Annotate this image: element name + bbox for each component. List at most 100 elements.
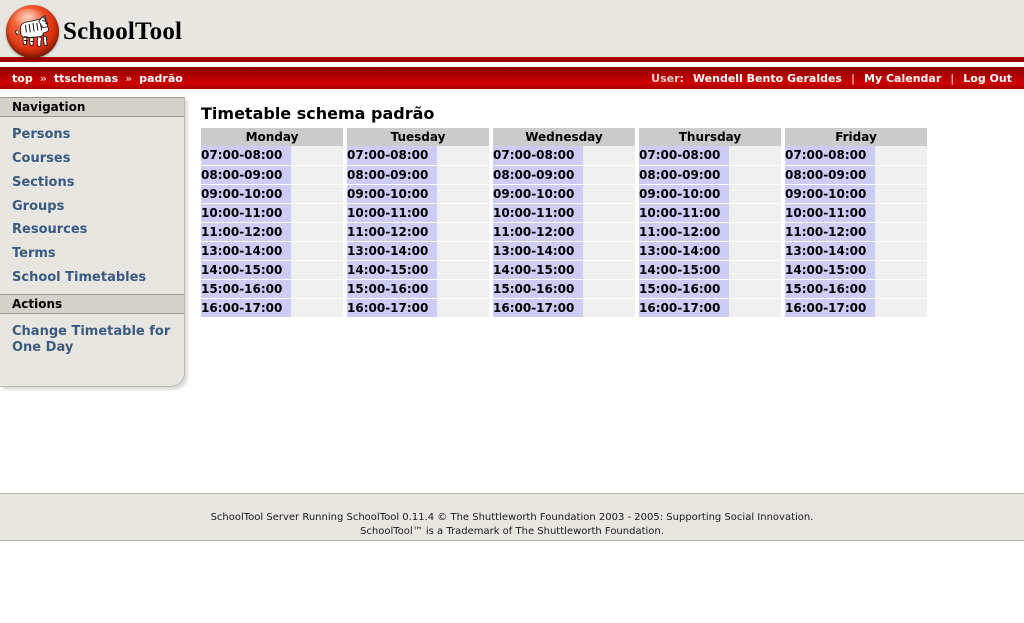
activity-cell[interactable] — [583, 279, 635, 299]
breadcrumb-item-ttschemas[interactable]: ttschemas — [54, 72, 118, 85]
timetable-head: Monday Tuesday Wednesday Thursday Friday — [201, 128, 927, 146]
period-label: 15:00-16:00 — [347, 279, 437, 299]
sidebar-item-change-timetable-for-one-day[interactable]: Change Timetable for One Day — [0, 320, 184, 360]
activity-cell[interactable] — [583, 146, 635, 166]
activity-cell[interactable] — [729, 260, 781, 280]
activity-cell[interactable] — [291, 146, 343, 166]
zebra-icon — [15, 15, 49, 47]
period-label: 14:00-15:00 — [347, 260, 437, 280]
sidebar-item-sections[interactable]: Sections — [0, 171, 184, 195]
activity-cell[interactable] — [437, 222, 489, 242]
activity-cell[interactable] — [437, 298, 489, 318]
activity-cell[interactable] — [729, 241, 781, 261]
activity-cell[interactable] — [291, 184, 343, 204]
sidebar-item-label[interactable]: Courses — [0, 147, 184, 171]
sidebar-item-label[interactable]: Persons — [0, 123, 184, 147]
activity-cell[interactable] — [583, 165, 635, 185]
activity-cell[interactable] — [729, 146, 781, 166]
activity-cell[interactable] — [875, 203, 927, 223]
period-label: 14:00-15:00 — [201, 260, 291, 280]
timetable-header-row: Monday Tuesday Wednesday Thursday Friday — [201, 128, 927, 146]
activity-cell[interactable] — [729, 279, 781, 299]
activity-cell[interactable] — [875, 241, 927, 261]
sidebar-item-school-timetables[interactable]: School Timetables — [0, 266, 184, 290]
period-label: 10:00-11:00 — [201, 203, 291, 223]
period-label: 15:00-16:00 — [785, 279, 875, 299]
sidebar-item-label[interactable]: Terms — [0, 242, 184, 266]
activity-cell[interactable] — [437, 203, 489, 223]
activity-cell[interactable] — [291, 279, 343, 299]
sidebar-item-label[interactable]: Groups — [0, 195, 184, 219]
activity-cell[interactable] — [437, 241, 489, 261]
user-bar: User: Wendell Bento Geraldes | My Calend… — [651, 67, 1012, 89]
log-out-link[interactable]: Log Out — [963, 72, 1012, 85]
sidebar-actions-list: Change Timetable for One Day — [0, 314, 184, 364]
day-header-wednesday: Wednesday — [493, 128, 635, 146]
breadcrumb-item-top[interactable]: top — [12, 72, 33, 85]
activity-cell[interactable] — [875, 260, 927, 280]
activity-cell[interactable] — [437, 165, 489, 185]
activity-cell[interactable] — [875, 184, 927, 204]
sidebar-item-label[interactable]: Change Timetable for One Day — [0, 320, 184, 360]
main-content: Timetable schema padrão Monday Tuesday Wed… — [201, 104, 1021, 318]
activity-cell[interactable] — [583, 222, 635, 242]
activity-cell[interactable] — [583, 298, 635, 318]
activity-cell[interactable] — [875, 222, 927, 242]
sidebar-item-label[interactable]: Resources — [0, 218, 184, 242]
period-label: 13:00-14:00 — [639, 241, 729, 261]
sidebar-item-persons[interactable]: Persons — [0, 123, 184, 147]
activity-cell[interactable] — [583, 203, 635, 223]
period-label: 10:00-11:00 — [493, 203, 583, 223]
sidebar-item-groups[interactable]: Groups — [0, 195, 184, 219]
activity-cell[interactable] — [875, 298, 927, 318]
my-calendar-link[interactable]: My Calendar — [864, 72, 941, 85]
period-label: 09:00-10:00 — [785, 184, 875, 204]
activity-cell[interactable] — [291, 165, 343, 185]
activity-cell[interactable] — [291, 203, 343, 223]
period-label: 13:00-14:00 — [201, 241, 291, 261]
activity-cell[interactable] — [875, 165, 927, 185]
activity-cell[interactable] — [291, 260, 343, 280]
activity-cell[interactable] — [729, 165, 781, 185]
period-label: 13:00-14:00 — [493, 241, 583, 261]
period-label: 11:00-12:00 — [639, 222, 729, 242]
period-label: 08:00-09:00 — [785, 165, 875, 185]
period-label: 14:00-15:00 — [493, 260, 583, 280]
page-title: Timetable schema padrão — [201, 104, 435, 123]
activity-cell[interactable] — [729, 184, 781, 204]
app-logo[interactable] — [6, 5, 59, 58]
activity-cell[interactable] — [729, 298, 781, 318]
activity-cell[interactable] — [437, 146, 489, 166]
sidebar-item-label[interactable]: Sections — [0, 171, 184, 195]
day-header-thursday: Thursday — [639, 128, 781, 146]
user-name-link[interactable]: Wendell Bento Geraldes — [693, 72, 842, 85]
timetable-row: 07:00-08:00 07:00-08:00 07:00-08:00 07:00-0… — [201, 146, 927, 166]
activity-cell[interactable] — [875, 146, 927, 166]
period-label: 16:00-17:00 — [201, 298, 291, 318]
breadcrumb-item-padrao[interactable]: padrão — [139, 72, 183, 85]
activity-cell[interactable] — [583, 260, 635, 280]
period-label: 11:00-12:00 — [347, 222, 437, 242]
timetable-row: 13:00-14:00 13:00-14:00 13:00-14:00 13:00-1… — [201, 241, 927, 261]
sidebar-item-label[interactable]: School Timetables — [0, 266, 184, 290]
activity-cell[interactable] — [437, 184, 489, 204]
activity-cell[interactable] — [291, 241, 343, 261]
period-label: 10:00-11:00 — [639, 203, 729, 223]
activity-cell[interactable] — [583, 241, 635, 261]
period-label: 13:00-14:00 — [347, 241, 437, 261]
page-footer: SchoolTool Server Running SchoolTool 0.1… — [0, 493, 1024, 541]
activity-cell[interactable] — [875, 279, 927, 299]
activity-cell[interactable] — [437, 279, 489, 299]
sidebar-item-courses[interactable]: Courses — [0, 147, 184, 171]
activity-cell[interactable] — [729, 203, 781, 223]
activity-cell[interactable] — [583, 184, 635, 204]
period-label: 16:00-17:00 — [493, 298, 583, 318]
app-title: SchoolTool — [63, 18, 183, 45]
activity-cell[interactable] — [437, 260, 489, 280]
period-label: 08:00-09:00 — [493, 165, 583, 185]
sidebar-item-resources[interactable]: Resources — [0, 218, 184, 242]
sidebar-item-terms[interactable]: Terms — [0, 242, 184, 266]
activity-cell[interactable] — [291, 298, 343, 318]
activity-cell[interactable] — [291, 222, 343, 242]
activity-cell[interactable] — [729, 222, 781, 242]
